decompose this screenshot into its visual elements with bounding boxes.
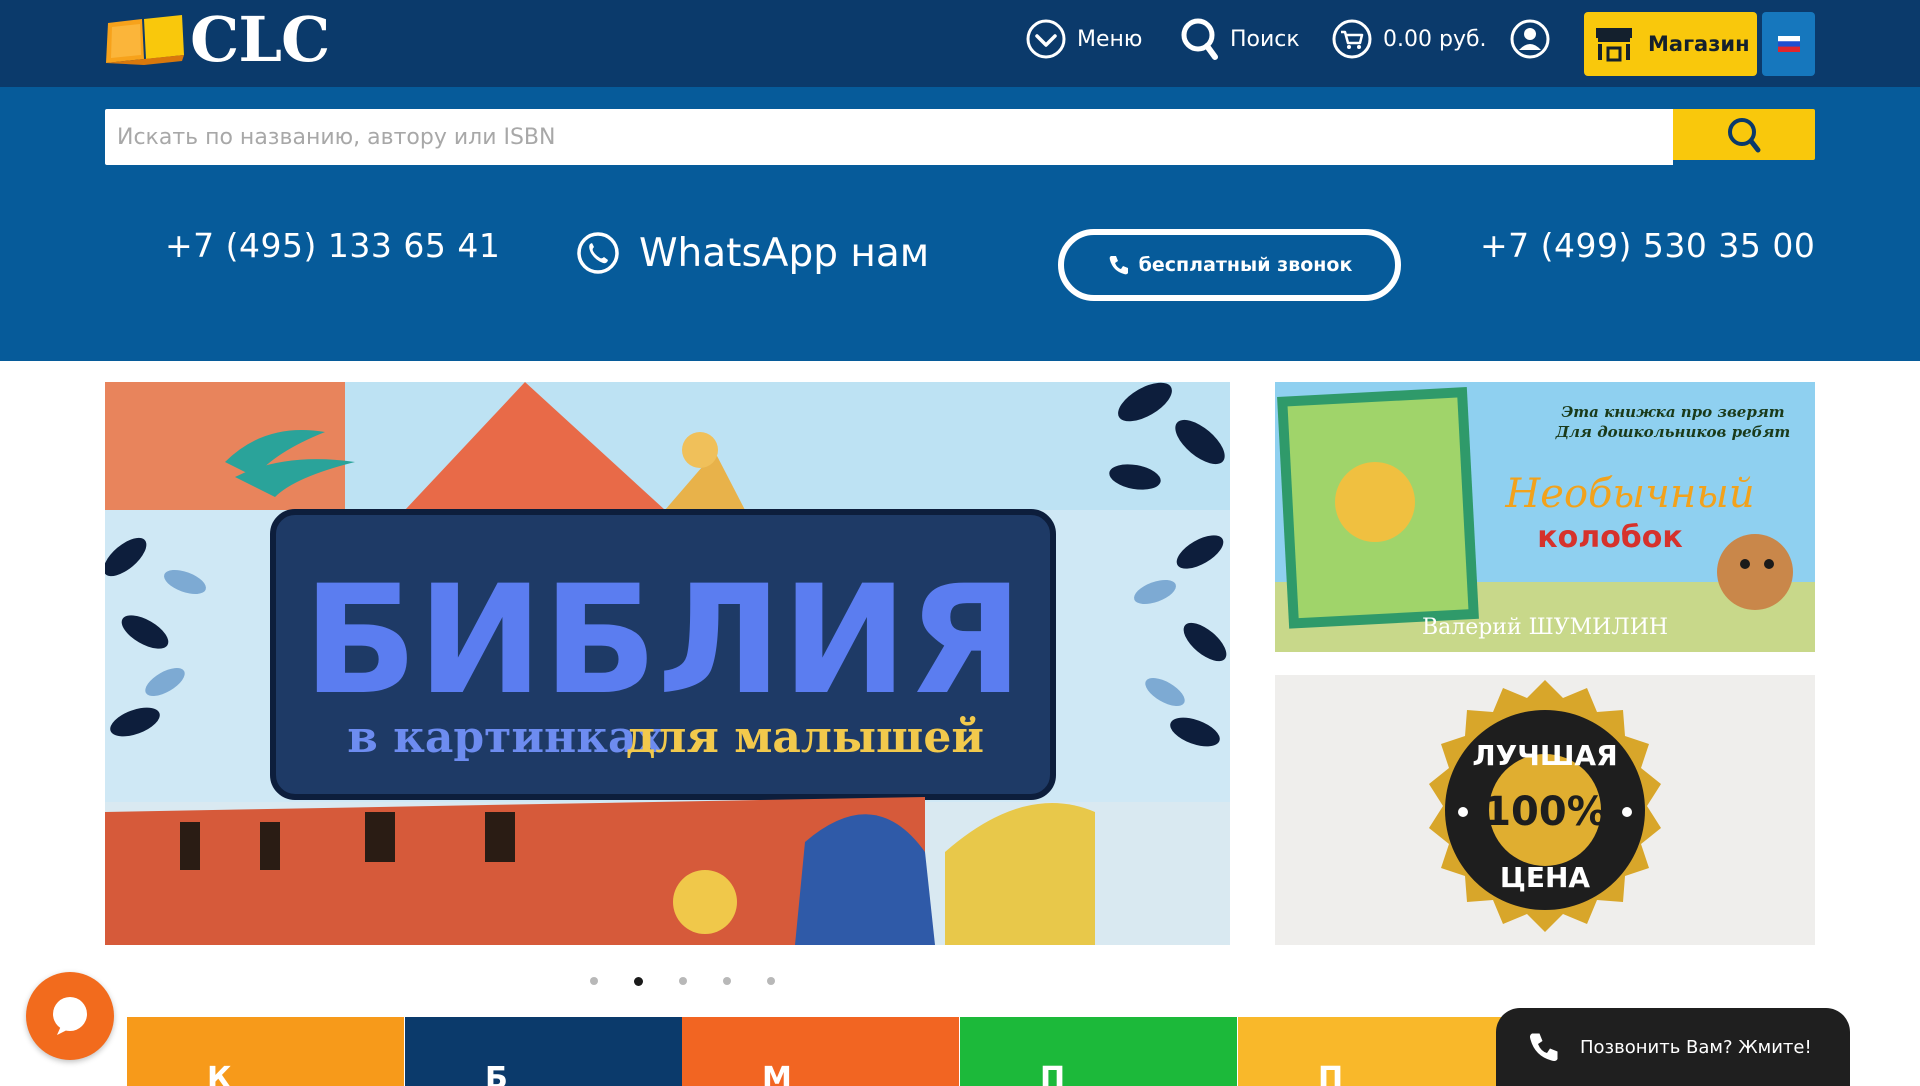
banner-subtitle-1: в картинках [347, 712, 663, 763]
category-tile-label: К [207, 1061, 232, 1086]
badge-center-text: 100% [1483, 789, 1607, 835]
category-tile-4[interactable]: П [960, 1017, 1237, 1086]
category-tile-label: Б [485, 1061, 508, 1086]
book-title-2: колобок [1537, 520, 1682, 555]
callback-widget[interactable]: Позвонить Вам? Жмите! [1496, 1008, 1850, 1086]
shop-button[interactable]: Магазин [1584, 12, 1757, 76]
slider-dot[interactable] [767, 977, 775, 985]
search-input[interactable] [105, 109, 1673, 165]
book-author: Валерий ШУМИЛИН [1422, 615, 1668, 640]
book-title-1: Необычный [1504, 471, 1754, 517]
category-tile-1[interactable]: К [127, 1017, 404, 1086]
category-tile-label: П [1040, 1061, 1066, 1086]
slider-dot[interactable] [723, 977, 731, 985]
book-logo-icon [106, 15, 184, 65]
slider-dot[interactable] [590, 977, 598, 985]
banner-title: БИБЛИЯ [303, 554, 1023, 728]
logo[interactable]: CLC [104, 3, 330, 76]
cart-icon [1332, 19, 1372, 59]
storefront-icon [1596, 28, 1632, 62]
promo-banner-best-price[interactable]: ЛУЧШАЯ 100% ЦЕНА [1275, 675, 1815, 945]
chat-widget-button[interactable] [26, 972, 114, 1060]
cart-total: 0.00 руб. [1383, 26, 1487, 52]
badge-bottom-text: ЦЕНА [1500, 861, 1591, 894]
search-icon [1181, 18, 1218, 60]
children-bible-banner-image: БИБЛИЯ в картинках для малышей [105, 382, 1230, 945]
whatsapp-label: WhatsApp нам [639, 230, 930, 276]
search-label: Поиск [1230, 26, 1300, 52]
logo-text: CLC [190, 3, 330, 76]
category-tile-label: М [762, 1061, 792, 1086]
category-tile-5[interactable]: П [1238, 1017, 1515, 1086]
callback-label: Позвонить Вам? Жмите! [1580, 1036, 1812, 1058]
menu-button[interactable]: Меню [1025, 16, 1142, 62]
category-tile-3[interactable]: М [682, 1017, 959, 1086]
phone-link-moscow[interactable]: +7 (495) 133 65 41 [165, 226, 500, 265]
chat-bubble-icon [53, 997, 87, 1035]
kolobok-book-banner-image: Эта книжка про зверят Для дошкольников р… [1275, 382, 1815, 652]
search-toggle-button[interactable]: Поиск [1180, 16, 1300, 62]
chevron-circle-icon [1026, 19, 1066, 59]
cart-button[interactable]: 0.00 руб. [1331, 16, 1487, 62]
promo-banner-kolobok[interactable]: Эта книжка про зверят Для дошкольников р… [1275, 382, 1815, 652]
category-tile-2[interactable]: Б [405, 1017, 682, 1086]
free-call-button[interactable]: бесплатный звонок [1058, 229, 1401, 301]
badge-top-text: ЛУЧШАЯ [1472, 739, 1617, 772]
top-navbar: CLC Меню Поиск 0.00 руб. Магазин [0, 0, 1920, 87]
book-tagline-1: Эта книжка про зверят [1561, 403, 1784, 421]
user-icon [1510, 19, 1550, 59]
free-call-label: бесплатный звонок [1138, 254, 1353, 276]
hero-slider[interactable]: БИБЛИЯ в картинках для малышей [105, 382, 1230, 945]
whatsapp-link[interactable]: WhatsApp нам [575, 230, 929, 276]
book-tagline-2: Для дошкольников ребят [1555, 423, 1791, 441]
menu-label: Меню [1077, 26, 1143, 52]
phone-icon [1109, 256, 1128, 275]
slider-dot[interactable] [679, 977, 687, 985]
banner-subtitle-2: для малышей [626, 712, 984, 763]
phone-icon [1530, 1033, 1558, 1061]
search-submit-button[interactable] [1673, 109, 1815, 160]
slider-dot-active[interactable] [634, 977, 643, 986]
account-button[interactable] [1509, 16, 1551, 62]
category-tile-label: П [1318, 1061, 1344, 1086]
russia-flag-icon [1777, 36, 1800, 52]
shop-label: Магазин [1648, 32, 1750, 56]
slider-pagination [590, 977, 811, 986]
language-selector[interactable] [1762, 12, 1815, 76]
best-price-badge-image: ЛУЧШАЯ 100% ЦЕНА [1275, 675, 1815, 945]
whatsapp-icon [577, 232, 619, 274]
search-icon [1728, 117, 1761, 152]
phone-link-second[interactable]: +7 (499) 530 35 00 [1480, 226, 1815, 265]
